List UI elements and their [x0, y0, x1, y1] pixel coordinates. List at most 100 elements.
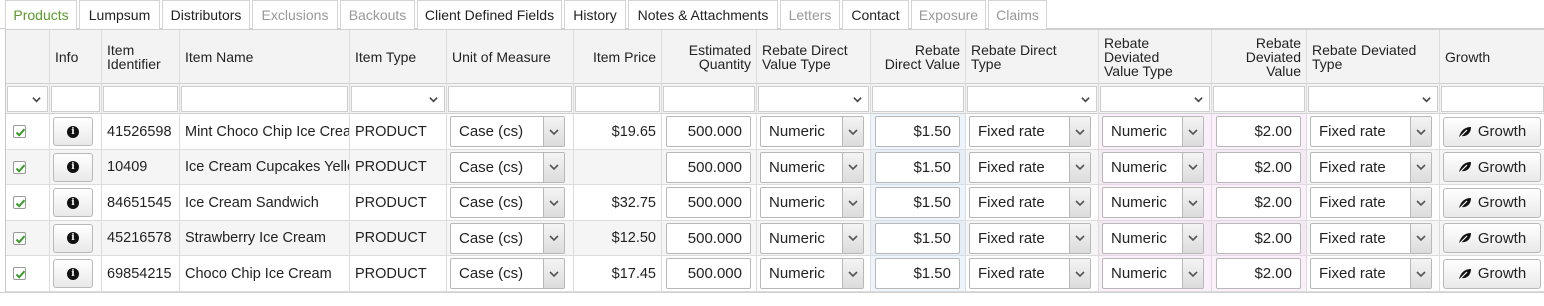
filter-name-input[interactable] [181, 86, 348, 112]
rebate-deviated-value-type-select[interactable]: Numeric [1102, 222, 1204, 254]
header-unit-of-measure[interactable]: Unit of Measure [447, 30, 574, 84]
rebate-direct-type-select[interactable]: Fixed rate [969, 116, 1091, 147]
header-item-type[interactable]: Item Type [350, 30, 447, 84]
rebate-direct-type-select[interactable]: Fixed rate [969, 222, 1091, 254]
estimated-quantity-input[interactable]: 500.000 [666, 116, 751, 147]
rebate-deviated-type-select[interactable]: Fixed rate [1310, 187, 1432, 218]
filter-deviated-type-dropdown[interactable] [1308, 86, 1438, 112]
header-rebate-deviated-value-type[interactable]: Rebate Deviated Value Type [1099, 30, 1212, 84]
rebate-direct-type-select[interactable]: Fixed rate [969, 151, 1091, 183]
rebate-deviated-value-input[interactable]: $2.00 [1216, 187, 1301, 218]
header-rebate-deviated-type[interactable]: Rebate Deviated Type [1307, 30, 1440, 84]
header-item-name[interactable]: Item Name [180, 30, 350, 84]
tab-exposure[interactable]: Exposure [911, 0, 986, 29]
rebate-direct-value-input[interactable]: $1.50 [875, 116, 960, 147]
header-growth[interactable]: Growth [1440, 30, 1544, 84]
growth-button[interactable]: Growth [1443, 152, 1541, 182]
rebate-direct-value-type-select[interactable]: Numeric [760, 116, 864, 147]
tab-backouts[interactable]: Backouts [340, 0, 415, 29]
rebate-deviated-value-type-select[interactable]: Numeric [1102, 151, 1204, 183]
filter-type-dropdown[interactable] [351, 86, 445, 112]
filter-deviated-value-input[interactable] [1213, 86, 1305, 112]
filter-uom-input[interactable] [448, 86, 572, 112]
filter-select-dropdown[interactable] [7, 86, 48, 112]
row-checkbox[interactable] [13, 125, 26, 138]
growth-button[interactable]: Growth [1443, 187, 1541, 218]
row-checkbox[interactable] [13, 196, 26, 209]
row-checkbox[interactable] [13, 160, 26, 174]
rebate-deviated-value-type-select[interactable]: Numeric [1102, 187, 1204, 218]
info-button[interactable]: i [53, 223, 93, 253]
filter-growth-input[interactable] [1441, 86, 1544, 112]
rebate-direct-type-select[interactable]: Fixed rate [969, 187, 1091, 218]
rebate-direct-type-select[interactable]: Fixed rate [969, 258, 1091, 289]
filter-direct-value-input[interactable] [872, 86, 964, 112]
rebate-direct-value-type-select[interactable]: Numeric [760, 151, 864, 183]
filter-identifier-input[interactable] [103, 86, 178, 112]
tab-history[interactable]: History [564, 0, 626, 29]
info-button[interactable]: i [53, 152, 93, 182]
row-checkbox[interactable] [13, 231, 26, 245]
growth-button[interactable]: Growth [1443, 116, 1541, 147]
filter-quantity-input[interactable] [663, 86, 755, 112]
estimated-quantity-input[interactable]: 500.000 [666, 258, 751, 289]
row-checkbox[interactable] [13, 267, 26, 280]
header-rebate-direct-type[interactable]: Rebate Direct Type [966, 30, 1099, 84]
filter-info-input[interactable] [51, 86, 100, 112]
info-button[interactable]: i [53, 117, 93, 146]
header-item-price[interactable]: Item Price [574, 30, 662, 84]
unit-of-measure-select[interactable]: Case (cs) [450, 151, 565, 183]
rebate-deviated-type-select[interactable]: Fixed rate [1310, 258, 1432, 289]
rebate-deviated-type-select[interactable]: Fixed rate [1310, 151, 1432, 183]
rebate-deviated-type-select[interactable]: Fixed rate [1310, 222, 1432, 254]
growth-button[interactable]: Growth [1443, 258, 1541, 289]
rebate-deviated-value-input[interactable]: $2.00 [1216, 258, 1301, 289]
rebate-deviated-value-type-select[interactable]: Numeric [1102, 258, 1204, 289]
rebate-direct-value-input[interactable]: $1.50 [875, 151, 960, 183]
table-row[interactable]: i 41526598 Mint Choco Chip Ice Cream PRODUC… [6, 114, 1544, 150]
tab-products[interactable]: Products [5, 0, 77, 30]
rebate-direct-value-input[interactable]: $1.50 [875, 187, 960, 218]
rebate-deviated-type-select[interactable]: Fixed rate [1310, 116, 1432, 147]
unit-of-measure-select[interactable]: Case (cs) [450, 116, 565, 147]
tab-exclusions[interactable]: Exclusions [252, 0, 338, 29]
rebate-deviated-value-input[interactable]: $2.00 [1216, 116, 1301, 147]
table-row[interactable]: i 84651545 Ice Cream Sandwich PRODUCT Case (… [6, 185, 1544, 221]
filter-deviated-value-type-dropdown[interactable] [1100, 86, 1210, 112]
table-row[interactable]: i 45216578 Strawberry Ice Cream PRODUCT Case… [6, 220, 1544, 256]
tab-lumpsum[interactable]: Lumpsum [79, 0, 160, 29]
estimated-quantity-input[interactable]: 500.000 [666, 151, 751, 183]
unit-of-measure-select[interactable]: Case (cs) [450, 222, 565, 254]
tab-distributors[interactable]: Distributors [162, 0, 250, 29]
estimated-quantity-input[interactable]: 500.000 [666, 187, 751, 218]
header-estimated-quantity[interactable]: Estimated Quantity [662, 30, 757, 84]
tab-claims[interactable]: Claims [988, 0, 1047, 29]
unit-of-measure-select[interactable]: Case (cs) [450, 187, 565, 218]
growth-button[interactable]: Growth [1443, 223, 1541, 253]
rebate-direct-value-input[interactable]: $1.50 [875, 258, 960, 289]
rebate-direct-value-type-select[interactable]: Numeric [760, 187, 864, 218]
rebate-deviated-value-input[interactable]: $2.00 [1216, 151, 1301, 183]
rebate-direct-value-type-select[interactable]: Numeric [760, 258, 864, 289]
rebate-direct-value-input[interactable]: $1.50 [875, 222, 960, 254]
header-item-identifier[interactable]: Item Identifier [102, 30, 180, 84]
tab-letters[interactable]: Letters [780, 0, 840, 29]
info-button[interactable]: i [53, 188, 93, 217]
filter-price-input[interactable] [575, 86, 660, 112]
rebate-direct-value-type-select[interactable]: Numeric [760, 222, 864, 254]
filter-direct-type-dropdown[interactable] [967, 86, 1097, 112]
table-row[interactable]: i 10409 Ice Cream Cupcakes Yellow PRODUCT Ca… [6, 149, 1544, 185]
rebate-deviated-value-type-select[interactable]: Numeric [1102, 116, 1204, 147]
tab-contact[interactable]: Contact [842, 0, 909, 29]
estimated-quantity-input[interactable]: 500.000 [666, 222, 751, 254]
header-rebate-deviated-value[interactable]: Rebate Deviated Value [1212, 30, 1307, 84]
header-rebate-direct-value[interactable]: Rebate Direct Value [871, 30, 966, 84]
info-button[interactable]: i [53, 259, 93, 288]
tab-client-defined-fields[interactable]: Client Defined Fields [417, 0, 562, 29]
tab-notes-attachments[interactable]: Notes & Attachments [628, 0, 778, 29]
header-rebate-direct-value-type[interactable]: Rebate Direct Value Type [757, 30, 871, 84]
table-row[interactable]: i 69854215 Choco Chip Ice Cream PRODUCT Case… [6, 256, 1544, 292]
unit-of-measure-select[interactable]: Case (cs) [450, 258, 565, 289]
header-info[interactable]: Info [50, 30, 102, 84]
filter-direct-value-type-dropdown[interactable] [758, 86, 869, 112]
